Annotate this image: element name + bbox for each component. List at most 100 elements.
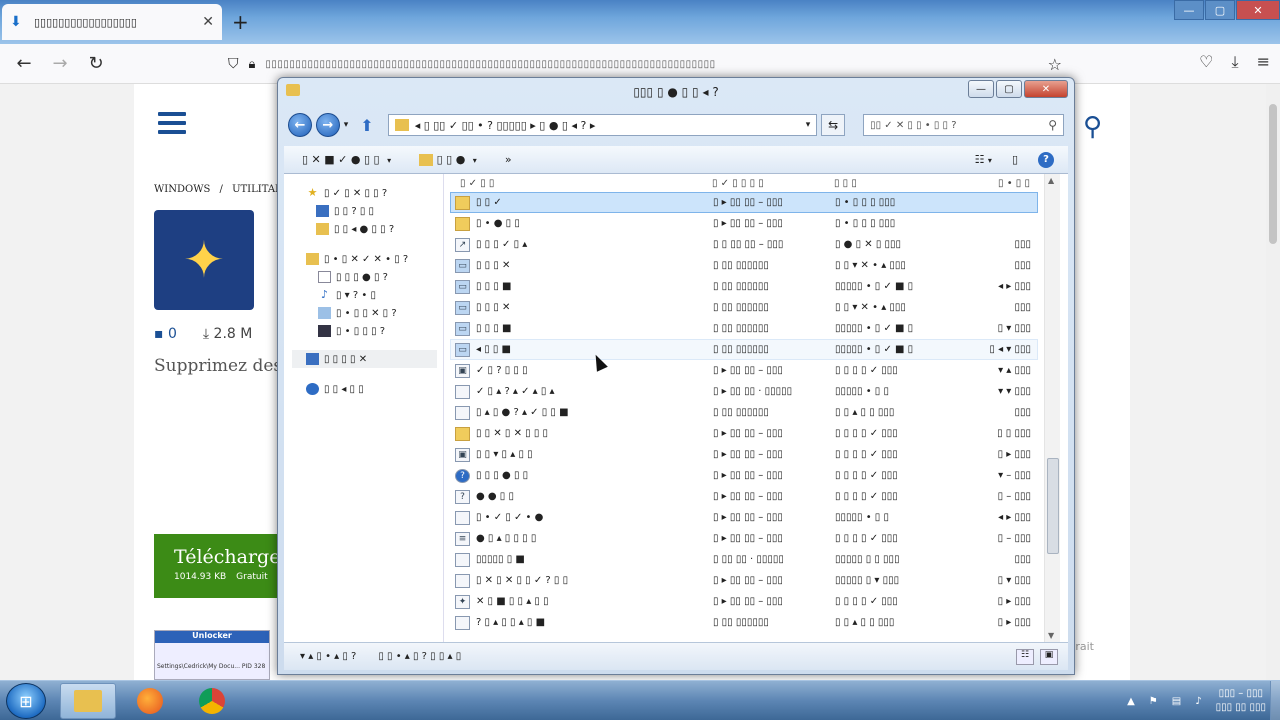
file-name-cell[interactable]: ▯ • ● ▯ ▯: [451, 216, 713, 231]
refresh-button[interactable]: ⇆: [821, 114, 846, 136]
explorer-close-button[interactable]: ✕: [1024, 80, 1068, 98]
network-tray-icon[interactable]: ▤: [1172, 696, 1181, 707]
clock[interactable]: ▯▯▯ – ▯▯▯ ▯▯▯ ▯▯ ▯▯▯: [1216, 687, 1266, 715]
large-icons-view-icon[interactable]: ▣: [1040, 648, 1058, 665]
site-search-icon[interactable]: ⚲: [1083, 112, 1102, 142]
file-name-cell[interactable]: ▯▯▯▯▯ ▯ ■: [451, 552, 713, 567]
page-scroll-thumb[interactable]: [1269, 104, 1277, 244]
nav-pictures[interactable]: ▯ • ▯ ▯ ✕ ▯ ?: [284, 304, 443, 322]
volume-icon[interactable]: ♪: [1195, 696, 1201, 707]
taskbar-explorer[interactable]: [60, 683, 116, 719]
address-bar[interactable]: ◂ ▯ ▯▯ ✓ ▯▯ • ? ▯▯▯▯▯ ▸ ▯ ● ▯ ◂ ? ▸ ▾: [387, 114, 818, 136]
explorer-back-button[interactable]: ←: [288, 113, 312, 137]
file-row[interactable]: ▭ ◂ ▯ ▯ ■ ▯ ▯▯ ▯▯▯▯▯▯ ▯▯▯▯▯ • ▯ ✓ ■ ▯ ▯ ◂ ▾ …: [450, 339, 1038, 360]
file-name-cell[interactable]: ▭ ▯ ▯ ▯ ✕: [451, 258, 713, 273]
close-window-button[interactable]: ✕: [1236, 0, 1280, 20]
details-view-icon[interactable]: ☷: [1016, 648, 1034, 665]
download-button[interactable]: Télécharge 1014.93 KB Gratuit: [154, 534, 284, 598]
file-row[interactable]: ? ▯ ▯ ▯ ● ▯ ▯ ▯ ▸ ▯▯ ▯▯ – ▯▯▯ ▯ ▯ ▯ ▯ ✓ ▯▯▯…: [450, 465, 1038, 486]
show-desktop-button[interactable]: [1270, 681, 1280, 720]
file-name-cell[interactable]: ▯ ▯ ✓: [451, 195, 713, 210]
explorer-titlebar[interactable]: ▯▯▯ ▯ ● ▯ ▯ ◂ ? — ▢ ✕: [278, 78, 1074, 106]
explorer-forward-button[interactable]: →: [315, 113, 340, 137]
column-date-header[interactable]: ▯ ✓ ▯ ▯ ▯ ▯: [712, 178, 834, 189]
file-row[interactable]: ✓ ▯ ▴ ? ▴ ✓ ▴ ▯ ▴ ▯ ▸ ▯▯ ▯▯ · ▯▯▯▯▯ ▯▯▯▯▯ …: [450, 381, 1038, 402]
history-dropdown-icon[interactable]: ▾: [344, 120, 349, 130]
hamburger-menu-icon[interactable]: [158, 112, 186, 134]
file-row[interactable]: ▯ ▴ ▯ ● ? ▴ ✓ ▯ ▯ ■ ▯ ▯▯ ▯▯▯▯▯▯ ▯ ▯ ▴ ▯ ▯ …: [450, 402, 1038, 423]
close-tab-icon[interactable]: ✕: [202, 14, 214, 30]
file-name-cell[interactable]: ? ▯ ▯ ▯ ● ▯ ▯: [451, 468, 713, 483]
file-row[interactable]: ≡ ● ▯ ▴ ▯ ▯ ▯ ▯ ▯ ▸ ▯▯ ▯▯ – ▯▯▯ ▯ ▯ ▯ ▯ ✓ ▯…: [450, 528, 1038, 549]
action-center-icon[interactable]: ⚑: [1149, 696, 1158, 707]
file-row[interactable]: ▯ • ✓ ▯ ✓ • ● ▯ ▸ ▯▯ ▯▯ – ▯▯▯ ▯▯▯▯▯ • ▯ ▯ ◂…: [450, 507, 1038, 528]
file-name-cell[interactable]: ✓ ▯ ▴ ? ▴ ✓ ▴ ▯ ▴: [451, 384, 713, 399]
file-name-cell[interactable]: ▭ ▯ ▯ ▯ ■: [451, 279, 713, 294]
up-arrow-icon[interactable]: ⬆: [360, 116, 373, 135]
nav-downloads[interactable]: ▯ ▯ ◂ ● ▯ ▯ ?: [284, 220, 443, 238]
change-view-button[interactable]: ☷ ▾: [975, 153, 992, 166]
page-scrollbar[interactable]: [1266, 84, 1280, 680]
comments-stat[interactable]: ▪ 0: [154, 326, 177, 342]
search-icon[interactable]: ⚲: [1048, 118, 1057, 132]
file-row[interactable]: ▭ ▯ ▯ ▯ ✕ ▯ ▯▯ ▯▯▯▯▯▯ ▯ ▯ ▾ ✕ • ▴ ▯▯▯ ▯▯▯: [450, 297, 1038, 318]
preview-pane-button[interactable]: ▯: [1012, 153, 1018, 166]
file-name-cell[interactable]: ▯ ✕ ▯ ✕ ▯ ▯ ✓ ? ▯ ▯: [451, 573, 713, 588]
file-row[interactable]: ▯ • ● ▯ ▯ ▯ ▸ ▯▯ ▯▯ – ▯▯▯ ▯ • ▯ ▯ ▯ ▯▯▯: [450, 213, 1038, 234]
explorer-minimize-button[interactable]: —: [968, 80, 994, 98]
file-name-cell[interactable]: ▯ • ✓ ▯ ✓ • ●: [451, 510, 713, 525]
maximize-button[interactable]: ▢: [1205, 0, 1235, 20]
file-row[interactable]: ↗ ▯ ▯ ▯ ✓ ▯ ▴ ▯ ▯ ▯▯ ▯▯ – ▯▯▯ ▯ ● ▯ ✕ ▯ ▯▯▯…: [450, 234, 1038, 255]
url-bar[interactable]: ⛉ 🔒︎ ▯▯▯▯▯▯▯▯▯▯▯▯▯▯▯▯▯▯▯▯▯▯▯▯▯▯▯▯▯▯▯▯▯▯▯…: [222, 50, 1062, 78]
show-hidden-icons[interactable]: ▲: [1127, 696, 1135, 707]
nav-libraries[interactable]: ▯ • ▯ ✕ ✓ ✕ • ▯ ?: [284, 250, 443, 268]
file-name-cell[interactable]: ? ● ● ▯ ▯: [451, 489, 713, 504]
organize-button[interactable]: ▯ ✕ ■ ✓ ● ▯ ▯ ▾: [302, 153, 391, 166]
file-row[interactable]: ▯ ▯ ✓ ▯ ▸ ▯▯ ▯▯ – ▯▯▯ ▯ • ▯ ▯ ▯ ▯▯▯: [450, 192, 1038, 213]
minimize-button[interactable]: —: [1174, 0, 1204, 20]
file-row[interactable]: ▯▯▯▯▯ ▯ ■ ▯ ▯▯ ▯▯ · ▯▯▯▯▯ ▯▯▯▯▯ ▯ ▯ ▯▯▯ ▯▯▯: [450, 549, 1038, 570]
taskbar-firefox[interactable]: [122, 683, 178, 719]
file-row[interactable]: ▭ ▯ ▯ ▯ ■ ▯ ▯▯ ▯▯▯▯▯▯ ▯▯▯▯▯ • ▯ ✓ ■ ▯ ◂ ▸ ▯▯…: [450, 276, 1038, 297]
shield-icon[interactable]: ⛉: [228, 56, 239, 72]
screenshot-thumbnail[interactable]: Unlocker Settings\Cedrick\My Docu... PID…: [154, 630, 270, 680]
column-size-header[interactable]: ▯ • ▯ ▯: [958, 178, 1030, 189]
address-dropdown-icon[interactable]: ▾: [806, 120, 811, 130]
help-icon[interactable]: ?: [1038, 151, 1054, 168]
bookmark-star-icon[interactable]: ☆: [1048, 55, 1062, 74]
file-list-scroll-thumb[interactable]: [1047, 458, 1059, 554]
file-name-cell[interactable]: ≡ ● ▯ ▴ ▯ ▯ ▯ ▯: [451, 531, 713, 546]
downloads-icon[interactable]: ⤓: [1232, 52, 1239, 72]
pocket-icon[interactable]: ♡: [1199, 52, 1213, 72]
nav-music[interactable]: ♪ ▯ ▾ ? • ▯: [284, 286, 443, 304]
file-name-cell[interactable]: ↗ ▯ ▯ ▯ ✓ ▯ ▴: [451, 237, 713, 252]
file-name-cell[interactable]: ▭ ▯ ▯ ▯ ✕: [451, 300, 713, 315]
file-row[interactable]: ▭ ▯ ▯ ▯ ✕ ▯ ▯▯ ▯▯▯▯▯▯ ▯ ▯ ▾ ✕ • ▴ ▯▯▯ ▯▯▯: [450, 255, 1038, 276]
include-in-library-button[interactable]: ▯ ▯ ● ▾: [419, 153, 477, 166]
nav-videos[interactable]: ▯ • ▯ ▯ ▯ ?: [284, 322, 443, 340]
file-name-cell[interactable]: ? ▯ ▴ ▯ ▯ ▴ ▯ ■: [451, 615, 713, 630]
start-button[interactable]: ⊞: [6, 683, 46, 719]
address-path[interactable]: ◂ ▯ ▯▯ ✓ ▯▯ • ? ▯▯▯▯▯ ▸ ▯ ● ▯ ◂ ? ▸: [415, 119, 800, 132]
file-row[interactable]: ▣ ▯ ▯ ▾ ▯ ▴ ▯ ▯ ▯ ▸ ▯▯ ▯▯ – ▯▯▯ ▯ ▯ ▯ ▯ ✓ ▯…: [450, 444, 1038, 465]
file-row[interactable]: ▭ ▯ ▯ ▯ ■ ▯ ▯▯ ▯▯▯▯▯▯ ▯▯▯▯▯ • ▯ ✓ ■ ▯ ▯ ▾ ▯▯…: [450, 318, 1038, 339]
nav-favorites[interactable]: ★ ▯ ✓ ▯ ✕ ▯ ▯ ?: [284, 184, 443, 202]
more-commands-button[interactable]: »: [505, 153, 512, 166]
explorer-maximize-button[interactable]: ▢: [996, 80, 1022, 98]
file-name-cell[interactable]: ▣ ▯ ▯ ▾ ▯ ▴ ▯ ▯: [451, 447, 713, 462]
file-name-cell[interactable]: ▭ ◂ ▯ ▯ ■: [451, 342, 713, 357]
file-name-cell[interactable]: ▯ ▯ ✕ ▯ ✕ ▯ ▯ ▯: [451, 426, 713, 441]
file-row[interactable]: ▣ ✓ ▯ ? ▯ ▯ ▯ ▯ ▸ ▯▯ ▯▯ – ▯▯▯ ▯ ▯ ▯ ▯ ✓ ▯▯▯…: [450, 360, 1038, 381]
file-row[interactable]: ▯ ▯ ✕ ▯ ✕ ▯ ▯ ▯ ▯ ▸ ▯▯ ▯▯ – ▯▯▯ ▯ ▯ ▯ ▯ ✓ …: [450, 423, 1038, 444]
nav-desktop[interactable]: ▯ ▯ ? ▯ ▯: [284, 202, 443, 220]
breadcrumb-windows[interactable]: WINDOWS: [154, 184, 210, 195]
new-tab-button[interactable]: +: [232, 10, 249, 34]
scroll-up-icon[interactable]: ▲: [1048, 176, 1054, 185]
file-row[interactable]: ? ▯ ▴ ▯ ▯ ▴ ▯ ■ ▯ ▯▯ ▯▯▯▯▯▯ ▯ ▯ ▴ ▯ ▯ ▯▯▯ ▯…: [450, 612, 1038, 633]
file-name-cell[interactable]: ▯ ▴ ▯ ● ? ▴ ✓ ▯ ▯ ■: [451, 405, 713, 420]
file-row[interactable]: ▯ ✕ ▯ ✕ ▯ ▯ ✓ ? ▯ ▯ ▯ ▸ ▯▯ ▯▯ – ▯▯▯ ▯▯▯▯▯ …: [450, 570, 1038, 591]
forward-button[interactable]: →: [42, 46, 78, 82]
column-name-header[interactable]: ▯ ✓ ▯ ▯: [450, 178, 712, 189]
column-type-header[interactable]: ▯ ▯ ▯: [834, 178, 958, 189]
url-text[interactable]: ▯▯▯▯▯▯▯▯▯▯▯▯▯▯▯▯▯▯▯▯▯▯▯▯▯▯▯▯▯▯▯▯▯▯▯▯▯▯▯▯…: [265, 59, 945, 70]
